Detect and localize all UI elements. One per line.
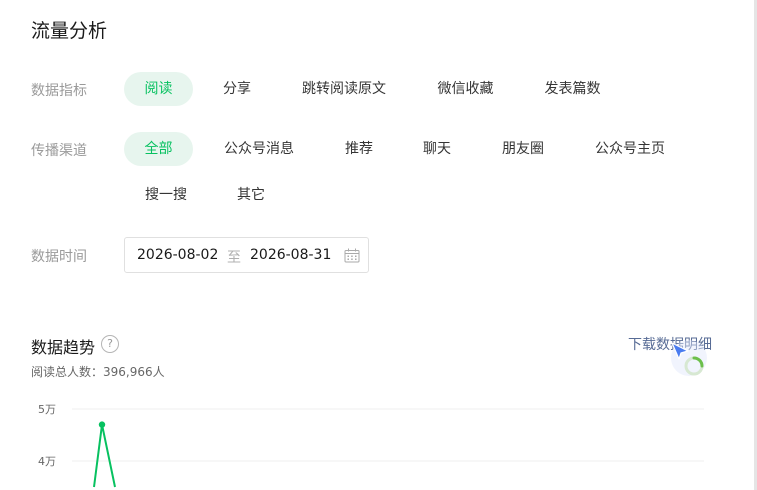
start-date[interactable]: 2026-08-02 (137, 247, 218, 263)
date-separator: 至 (227, 250, 241, 266)
channel-option-moments[interactable]: 朋友圈 (493, 132, 553, 166)
trend-title: 数据趋势 (31, 338, 96, 357)
metric-option-wechat-favorites[interactable]: 微信收藏 (428, 72, 503, 106)
y-tick-label: 5万 (38, 403, 56, 416)
metric-option-published-count[interactable]: 发表篇数 (535, 72, 610, 106)
channel-option-recommend[interactable]: 推荐 (334, 132, 384, 166)
trend-line-chart: 5万 4万 (38, 403, 704, 488)
channel-option-other[interactable]: 其它 (229, 178, 273, 212)
y-tick-label: 4万 (38, 455, 56, 468)
loading-cursor-icon (671, 340, 707, 376)
channel-option-chat[interactable]: 聊天 (412, 132, 462, 166)
page-title: 流量分析 (31, 20, 108, 42)
end-date[interactable]: 2026-08-31 (250, 247, 331, 263)
metric-label: 数据指标 (31, 83, 87, 99)
read-total-summary: 阅读总人数：396,966人 (31, 365, 165, 379)
data-point[interactable] (98, 421, 106, 428)
channel-option-account-message[interactable]: 公众号消息 (213, 132, 305, 166)
metric-option-read-original[interactable]: 跳转阅读原文 (293, 72, 395, 106)
channel-option-search[interactable]: 搜一搜 (137, 178, 195, 212)
channel-label: 传播渠道 (31, 143, 87, 159)
date-range-picker[interactable]: 2026-08-02 至 2026-08-31 (124, 237, 369, 273)
series-line (93, 424, 116, 488)
time-label: 数据时间 (31, 249, 87, 265)
channel-option-all[interactable]: 全部 (124, 132, 193, 166)
channel-option-account-homepage[interactable]: 公众号主页 (585, 132, 675, 166)
help-icon[interactable]: ? (101, 335, 119, 353)
metric-option-read[interactable]: 阅读 (124, 72, 193, 106)
metric-option-share[interactable]: 分享 (212, 72, 262, 106)
calendar-icon[interactable] (344, 248, 360, 263)
